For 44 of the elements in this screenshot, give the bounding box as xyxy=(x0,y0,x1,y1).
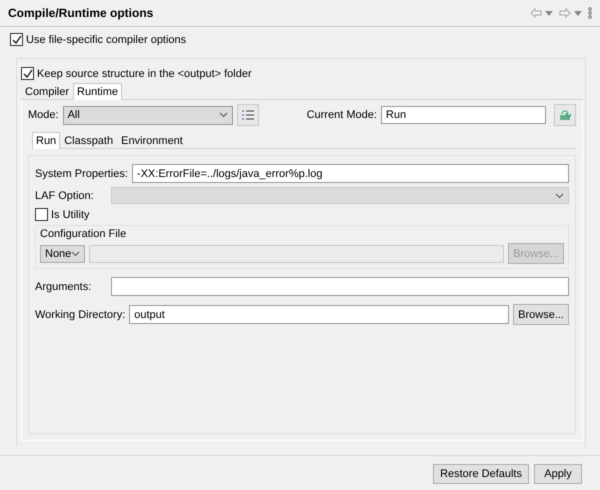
is-utility-checkbox[interactable]: Is Utility xyxy=(35,208,569,221)
page-title: Compile/Runtime options xyxy=(8,6,154,20)
chevron-icon xyxy=(218,112,228,118)
tab[interactable]: Compiler xyxy=(21,84,74,99)
dialog-button[interactable]: Restore Defaults xyxy=(433,464,529,484)
checkbox-label: Keep source structure in the <output> folder xyxy=(37,68,252,80)
tab[interactable]: Environment xyxy=(117,133,187,148)
current-mode-label: Current Mode: xyxy=(306,109,377,121)
dialog-button[interactable]: Apply xyxy=(534,464,582,484)
group-legend: Configuration File xyxy=(40,228,564,240)
arguments-field[interactable] xyxy=(111,277,569,296)
checkbox[interactable] xyxy=(10,33,23,46)
browse-button[interactable]: Browse... xyxy=(513,304,569,325)
mode-label: Mode: xyxy=(28,109,59,121)
tab[interactable]: Run xyxy=(32,132,60,149)
forward-arrow-icon[interactable] xyxy=(559,8,571,18)
list-button[interactable] xyxy=(236,104,259,126)
laf-option-label: LAF Option: xyxy=(35,190,95,202)
back-arrow-icon[interactable] xyxy=(530,8,542,18)
checkbox[interactable] xyxy=(21,67,34,80)
tab[interactable]: Classpath xyxy=(60,133,118,148)
checkbox[interactable] xyxy=(35,208,48,221)
checkbox-label: Is Utility xyxy=(51,208,90,220)
configuration-file-field[interactable] xyxy=(89,244,504,262)
current-mode-field[interactable]: Run xyxy=(380,106,546,124)
checkbox-label: Use file-specific compiler options xyxy=(26,34,186,46)
chevron-icon xyxy=(71,250,80,256)
working-directory-field[interactable]: output xyxy=(129,305,510,324)
configuration-file-dropdown[interactable]: None xyxy=(40,244,86,262)
chevron-icon xyxy=(555,192,564,198)
arguments-label: Arguments: xyxy=(35,280,92,292)
tab[interactable]: Runtime xyxy=(73,83,122,100)
use-file-specific-checkbox[interactable]: Use file-specific compiler options xyxy=(10,33,590,46)
working-directory-label: Working Directory: xyxy=(35,308,126,320)
system-properties-field[interactable]: -XX:ErrorFile=../logs/java_error%p.log xyxy=(132,164,569,183)
keep-source-checkbox[interactable]: Keep source structure in the <output> folder xyxy=(21,67,583,80)
mode-dropdown[interactable]: All xyxy=(62,106,233,124)
dropdown-icon[interactable] xyxy=(574,10,582,16)
refresh-icon xyxy=(559,109,571,121)
list-icon xyxy=(242,110,254,120)
refresh-button[interactable] xyxy=(554,104,576,126)
dropdown-icon[interactable] xyxy=(545,10,553,16)
more-options-icon[interactable] xyxy=(588,7,592,19)
system-properties-label: System Properties: xyxy=(35,168,128,180)
